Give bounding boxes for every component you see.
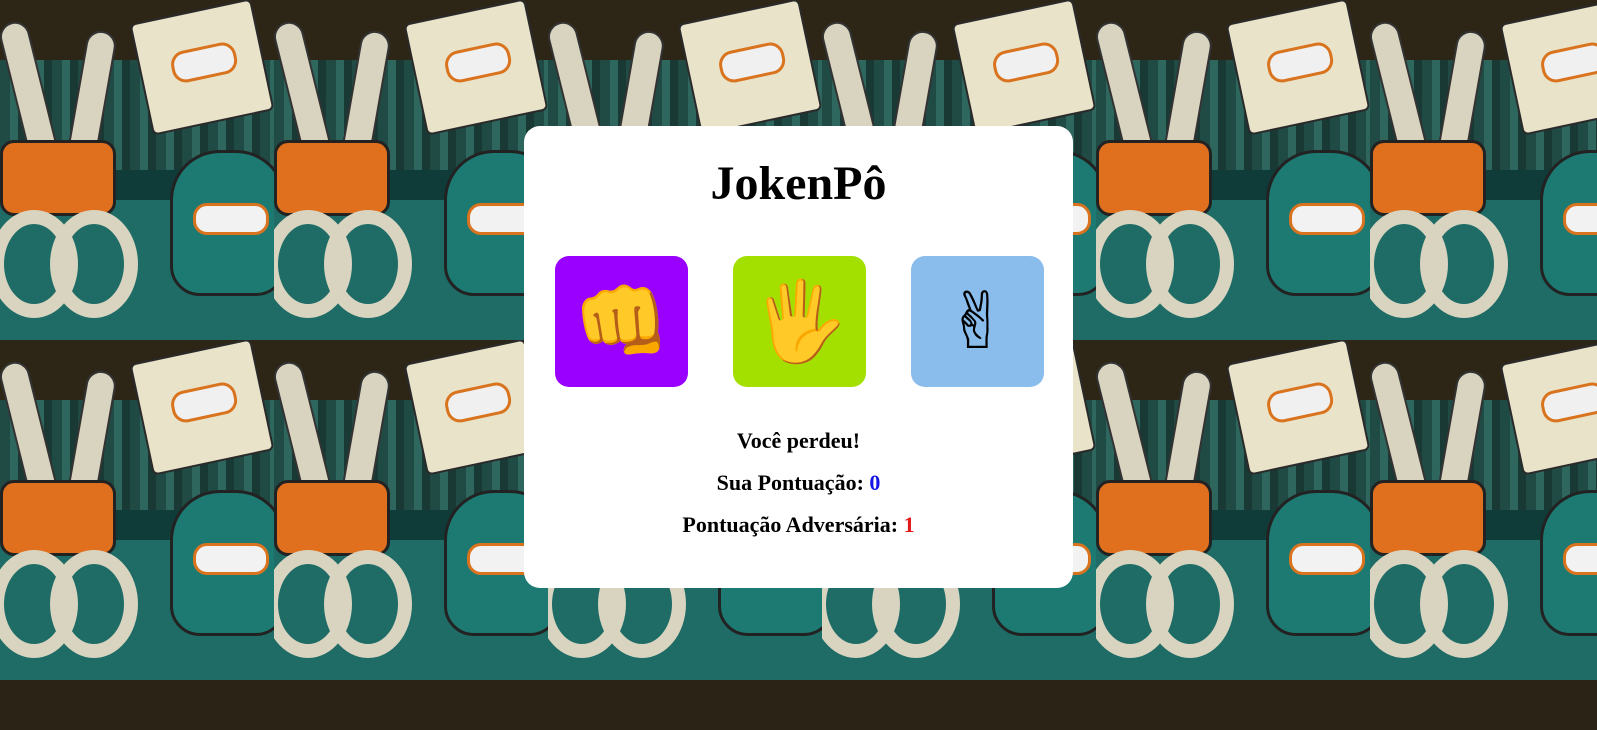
paper-button[interactable]: 🖐 xyxy=(733,256,866,387)
background-tile xyxy=(1096,340,1370,680)
page-title: JokenPô xyxy=(710,157,887,210)
background-tile xyxy=(1370,340,1597,680)
opponent-score-label: Pontuação Adversária: xyxy=(682,512,899,537)
background-tile xyxy=(274,0,548,340)
game-card: JokenPô 👊 🖐 ✌ Você perdeu! Sua Pontuação… xyxy=(524,126,1073,588)
player-score-label: Sua Pontuação: xyxy=(716,470,864,495)
background-tile xyxy=(1096,0,1370,340)
victory-hand-icon: ✌ xyxy=(944,276,1011,367)
background-tile xyxy=(1370,0,1597,340)
background-tile xyxy=(0,340,274,680)
background-tile xyxy=(274,340,548,680)
fist-icon: 👊 xyxy=(572,276,671,367)
background-tile xyxy=(0,0,274,340)
choice-buttons: 👊 🖐 ✌ xyxy=(555,256,1045,388)
player-score: Sua Pontuação: 0 xyxy=(524,470,1073,496)
rock-button[interactable]: 👊 xyxy=(555,256,688,387)
opponent-score-value: 1 xyxy=(903,512,915,537)
result-message: Você perdeu! xyxy=(736,428,861,453)
opponent-score: Pontuação Adversária: 1 xyxy=(524,512,1073,538)
player-score-value: 0 xyxy=(869,470,881,495)
scissors-button[interactable]: ✌ xyxy=(911,256,1044,387)
raised-hand-icon: 🖐 xyxy=(750,276,849,367)
